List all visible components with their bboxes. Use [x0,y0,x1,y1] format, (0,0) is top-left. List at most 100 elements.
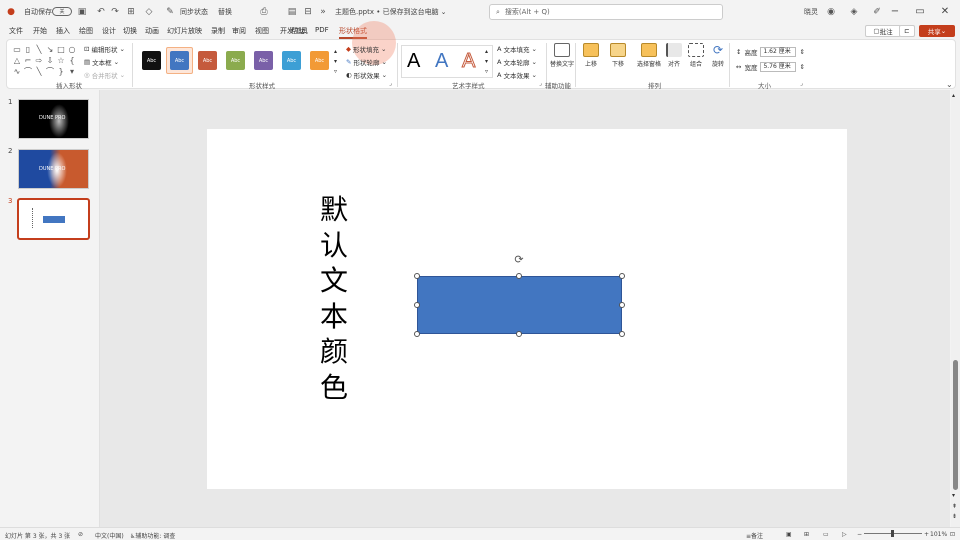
curve-shape-icon[interactable]: ∿ [12,67,22,77]
tab-pdf[interactable]: PDF [315,26,329,34]
ribbon-collapse-icon[interactable]: ⌄ [946,80,953,89]
shape-outline-button[interactable]: ✎ 形状轮廓 ⌄ [346,57,387,67]
table-icon[interactable]: ⊟ [303,7,313,17]
align-button[interactable]: 对齐 [662,43,686,68]
line-shape-icon[interactable]: ╲ [34,45,44,55]
zoom-in-icon[interactable]: + [924,531,929,538]
selected-rectangle-shape[interactable] [417,276,622,334]
vertical-text-box[interactable]: 默 认 文 本 颜 色 [318,192,350,405]
quick-access-replace[interactable]: 替换 [218,6,232,18]
tab-transitions[interactable]: 切换 [123,26,137,36]
bring-forward-button[interactable]: 上移 [579,43,603,68]
rotate-button[interactable]: ⟳ 旋转 [706,43,730,68]
oval-shape-icon[interactable]: ○ [67,45,77,55]
resize-handle-right[interactable] [619,302,625,308]
tab-draw[interactable]: 绘图 [79,26,93,36]
shape-fill-button[interactable]: ◆ 形状填充 ⌄ [346,44,386,54]
arrow-line-shape-icon[interactable]: ↘ [45,45,55,55]
undo-icon[interactable]: ↶ [96,7,106,17]
annotate-button[interactable]: ▢ 批注 [865,25,901,37]
more-icon[interactable]: » [318,7,328,17]
zoom-level[interactable]: 101% [930,531,947,538]
resize-handle-bottom[interactable] [516,331,522,337]
quick-access-sync[interactable]: 同步状态 [180,6,208,18]
save-icon[interactable]: ▣ [77,7,87,17]
style-swatch-6[interactable]: Abc [282,51,301,70]
wordart-style-black[interactable]: A [407,50,420,73]
tab-home[interactable]: 开始 [33,26,47,36]
zoom-slider-knob[interactable] [891,530,894,537]
grid-icon[interactable]: ⊞ [126,7,136,17]
scroll-down-icon[interactable]: ▾ [952,492,955,499]
down-arrow-shape-icon[interactable]: ⇩ [45,56,55,66]
text-outline-button[interactable]: A 文本轮廓 ⌄ [497,57,537,67]
tab-slideshow[interactable]: 幻灯片放映 [167,26,202,36]
resize-handle-top[interactable] [516,273,522,279]
wordart-style-blue[interactable]: A [435,50,448,73]
language[interactable]: 中文(中国) [95,531,124,540]
shape-gallery[interactable]: ▭ ▯ ╲ ↘ □ ○ △ ⌐ ⇨ ⇩ ☆ { ∿ ⌒ ╲ ⌒ } ▾ [12,45,80,77]
arc-shape-icon[interactable]: ⌒ [23,67,33,77]
notes-button[interactable]: ≡备注 [746,531,763,540]
resize-handle-bottom-left[interactable] [414,331,420,337]
resize-handle-bottom-right[interactable] [619,331,625,337]
brace-shape-icon[interactable]: } [56,67,66,77]
scribble-shape-icon[interactable]: ⌒ [45,67,55,77]
slideshow-icon[interactable]: ▷ [842,531,847,538]
fit-slide-icon[interactable]: ⊡ [950,531,955,538]
merge-shapes-button[interactable]: ◎ 合并形状 ⌄ [84,70,125,80]
accessibility-status[interactable]: ♿辅助功能: 调查 [130,531,175,540]
prev-slide-icon[interactable]: ⇞ [952,503,957,510]
text-effects-button[interactable]: A 文本效果 ⌄ [497,70,537,80]
rectangle-shape-icon[interactable]: □ [56,45,66,55]
freeform-shape-icon[interactable]: ╲ [34,67,44,77]
account-icon[interactable]: ◉ [826,7,836,17]
pen-icon[interactable]: ✐ [872,7,882,17]
tab-design[interactable]: 设计 [102,26,116,36]
size-launcher-icon[interactable]: ⌟ [800,80,803,87]
alt-text-button[interactable]: 替换文字 [550,43,574,68]
tab-animations[interactable]: 动画 [145,26,159,36]
text-box-button[interactable]: ▤ 文本框 ⌄ [84,57,119,67]
width-input[interactable]: 5.76 厘米 [760,62,797,72]
diamond-icon[interactable]: ◈ [849,7,859,17]
height-input[interactable]: 1.62 厘米 [760,47,797,57]
tab-help[interactable]: 帮助 [291,26,305,36]
style-swatch-3[interactable]: Abc [198,51,217,70]
tab-record[interactable]: 录制 [211,26,225,36]
image-icon[interactable]: ▤ [287,7,297,17]
resize-handle-left[interactable] [414,302,420,308]
selection-pane-button[interactable]: 选择窗格 [634,43,664,68]
right-arrow-shape-icon[interactable]: ⇨ [34,56,44,66]
autosave-toggle[interactable]: 关 [52,7,72,16]
scrollbar-thumb[interactable] [953,360,958,490]
search-box[interactable]: ⌕ 搜索(Alt + Q) [489,4,723,20]
textbox-vertical-shape-icon[interactable]: ▯ [23,45,33,55]
tab-view[interactable]: 视图 [255,26,269,36]
textbox-shape-icon[interactable]: ▭ [12,45,22,55]
width-stepper-icon[interactable]: ⇕ [799,63,804,71]
document-title[interactable]: 主题色.pptx • 已保存到这台电脑 ⌄ [335,6,446,18]
bracket-shape-icon[interactable]: { [67,56,77,66]
wordart-gallery-scroll[interactable]: ▴ ▾ ▿ [485,48,488,75]
shape-effects-button[interactable]: ◐ 形状效果 ⌄ [346,70,387,80]
group-button[interactable]: 组合 [684,43,708,68]
style-swatch-1[interactable]: Abc [142,51,161,70]
normal-view-icon[interactable]: ▣ [786,531,792,538]
tab-insert[interactable]: 插入 [56,26,70,36]
triangle-shape-icon[interactable]: △ [12,56,22,66]
wordart-launcher-icon[interactable]: ⌟ [539,80,542,87]
resize-handle-top-left[interactable] [414,273,420,279]
close-button[interactable]: ✕ [932,4,958,20]
print-icon[interactable]: ⎙ [259,7,269,17]
shapes-icon[interactable]: ◇ [144,7,154,17]
right-angle-shape-icon[interactable]: ⌐ [23,56,33,66]
comments-button[interactable]: ⊏ [899,25,915,37]
rotate-handle-icon[interactable]: ⟳ [513,254,525,266]
share-button[interactable]: 共享 ⌄ [919,25,955,37]
star-shape-icon[interactable]: ☆ [56,56,66,66]
user-name[interactable]: 晓灵 [804,6,818,18]
style-swatch-4[interactable]: Abc [226,51,245,70]
minimize-button[interactable]: − [882,4,908,20]
slide-thumbnail-1[interactable]: DUNE PRO [18,99,89,139]
